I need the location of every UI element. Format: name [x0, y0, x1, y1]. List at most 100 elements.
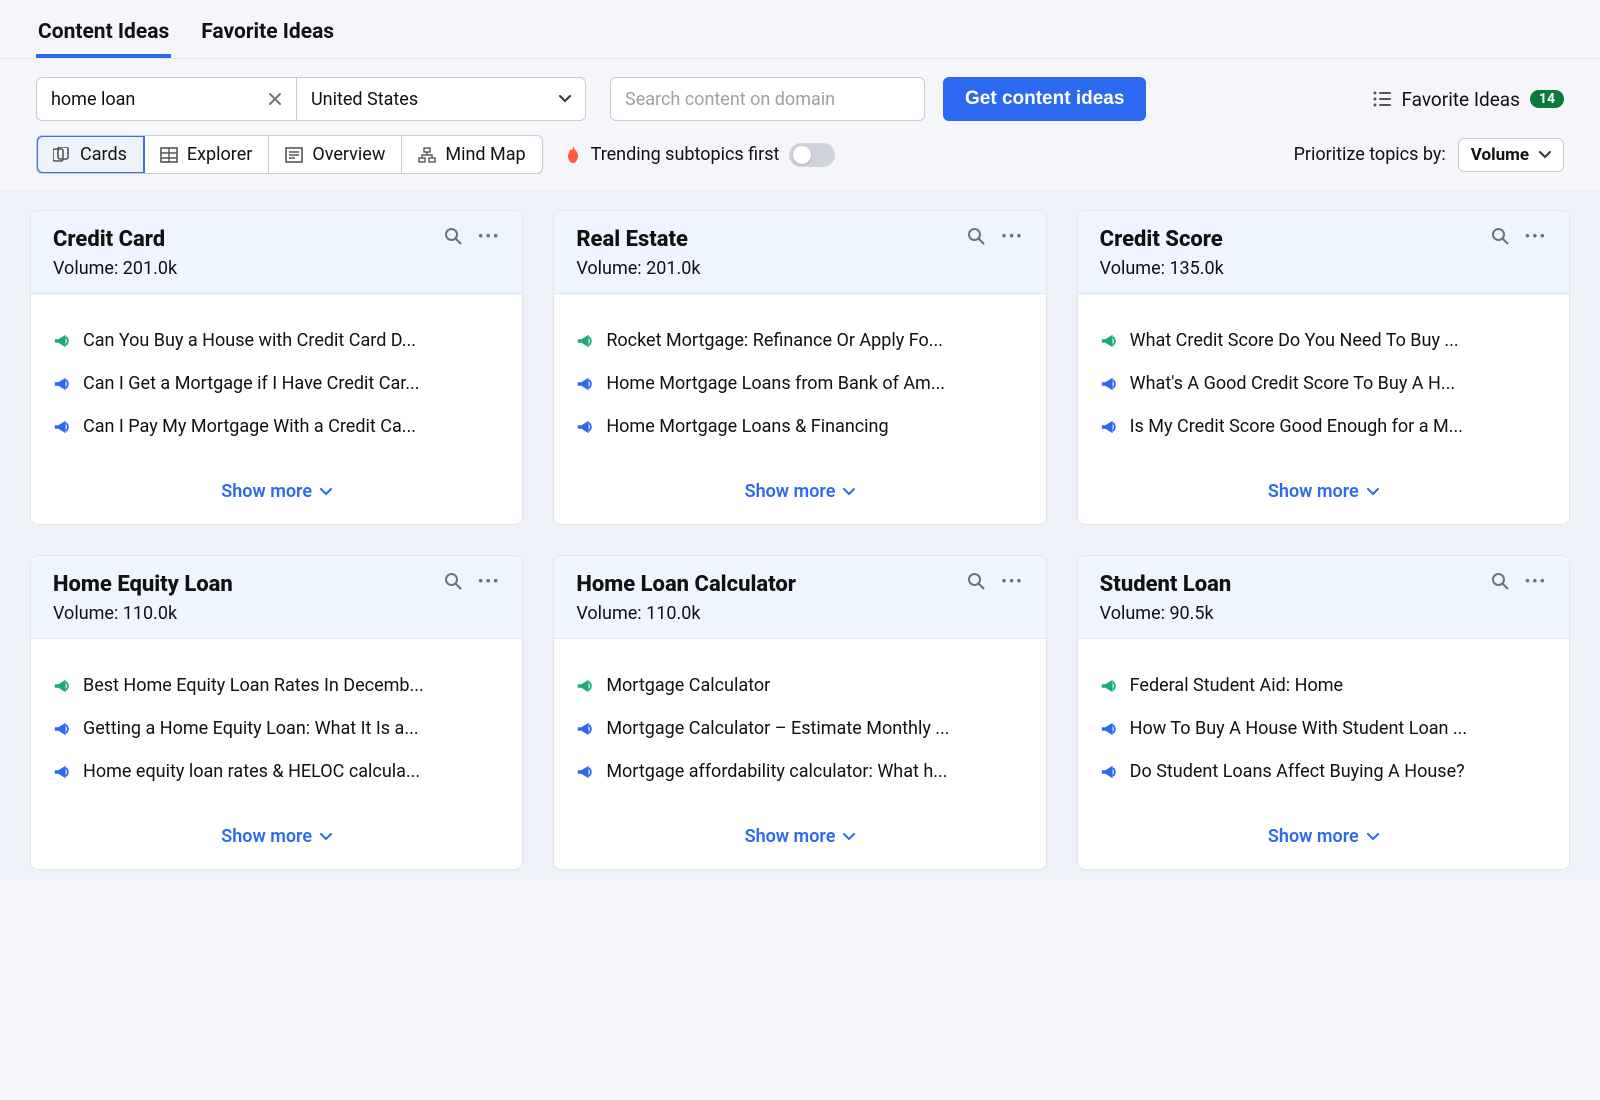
clear-keyword-icon[interactable] — [264, 92, 286, 106]
headline-text: Mortgage Calculator – Estimate Monthly .… — [606, 718, 949, 739]
topic-title: Home Loan Calculator — [576, 572, 796, 597]
topic-card-body: Federal Student Aid: Home How To Buy A Ho… — [1078, 639, 1569, 812]
headline-text: Best Home Equity Loan Rates In Decemb... — [83, 675, 424, 696]
get-content-ideas-button[interactable]: Get content ideas — [943, 77, 1146, 121]
headline-row[interactable]: Can You Buy a House with Credit Card D..… — [53, 330, 500, 351]
search-icon[interactable] — [967, 227, 985, 245]
headline-row[interactable]: Getting a Home Equity Loan: What It Is a… — [53, 718, 500, 739]
overview-icon — [285, 147, 303, 163]
view-mindmap[interactable]: Mind Map — [402, 136, 541, 173]
keyword-country-group: home loan United States — [36, 77, 586, 121]
topic-card-header: Real EstateVolume: 201.0k••• — [554, 211, 1045, 294]
megaphone-icon — [53, 375, 71, 393]
chevron-down-icon — [843, 488, 855, 496]
topic-card-header: Student LoanVolume: 90.5k••• — [1078, 556, 1569, 639]
country-select[interactable]: United States — [296, 77, 586, 121]
headline-row[interactable]: Best Home Equity Loan Rates In Decemb... — [53, 675, 500, 696]
keyword-input[interactable]: home loan — [36, 77, 296, 121]
headline-row[interactable]: Rocket Mortgage: Refinance Or Apply Fo..… — [576, 330, 1023, 351]
chevron-down-icon — [1539, 151, 1551, 159]
more-icon[interactable]: ••• — [1525, 572, 1547, 590]
headline-text: Mortgage Calculator — [606, 675, 770, 696]
prioritize-select[interactable]: Volume — [1458, 138, 1564, 172]
search-icon[interactable] — [1491, 227, 1509, 245]
megaphone-icon — [576, 332, 594, 350]
megaphone-icon — [1100, 418, 1118, 436]
topic-volume: Volume: 135.0k — [1100, 258, 1224, 279]
topic-card-body: Mortgage Calculator Mortgage Calculator –… — [554, 639, 1045, 812]
topic-cards-grid: Credit CardVolume: 201.0k•••Can You Buy … — [0, 190, 1600, 880]
headline-text: Federal Student Aid: Home — [1130, 675, 1343, 696]
view-explorer-label: Explorer — [187, 144, 253, 165]
topic-volume: Volume: 110.0k — [53, 603, 233, 624]
headline-row[interactable]: Home Mortgage Loans & Financing — [576, 416, 1023, 437]
headline-row[interactable]: What Credit Score Do You Need To Buy ... — [1100, 330, 1547, 351]
topic-card-header: Home Loan Calculator Volume: 110.0k ••• — [554, 556, 1045, 639]
headline-row[interactable]: Mortgage affordability calculator: What … — [576, 761, 1023, 782]
headline-text: Can You Buy a House with Credit Card D..… — [83, 330, 416, 351]
chevron-down-icon — [1367, 488, 1379, 496]
megaphone-icon — [1100, 677, 1118, 695]
more-icon[interactable]: ••• — [1525, 227, 1547, 245]
show-more-button[interactable]: Show more — [1078, 467, 1569, 524]
tab-favorite-ideas[interactable]: Favorite Ideas — [199, 10, 336, 58]
domain-placeholder: Search content on domain — [625, 89, 835, 110]
megaphone-icon — [576, 418, 594, 436]
show-more-button[interactable]: Show more — [554, 467, 1045, 524]
chevron-down-icon — [843, 833, 855, 841]
more-icon[interactable]: ••• — [1001, 572, 1023, 590]
domain-search-input[interactable]: Search content on domain — [610, 77, 925, 121]
search-icon[interactable] — [967, 572, 985, 590]
search-icon[interactable] — [1491, 572, 1509, 590]
topic-card: Home Equity LoanVolume: 110.0k•••Best Ho… — [30, 555, 523, 870]
topic-card-body: Can You Buy a House with Credit Card D..… — [31, 294, 522, 467]
more-icon[interactable]: ••• — [1001, 227, 1023, 245]
headline-text: Home Mortgage Loans & Financing — [606, 416, 888, 437]
topic-title: Student Loan — [1100, 572, 1232, 597]
tab-content-ideas[interactable]: Content Ideas — [36, 10, 171, 58]
view-toolbar: Cards Explorer Overview Mind Map — [0, 131, 1600, 190]
headline-text: Can I Get a Mortgage if I Have Credit Ca… — [83, 373, 420, 394]
headline-row[interactable]: Mortgage Calculator – Estimate Monthly .… — [576, 718, 1023, 739]
trending-toggle[interactable] — [789, 143, 835, 167]
headline-text: Home equity loan rates & HELOC calcula..… — [83, 761, 420, 782]
headline-row[interactable]: Federal Student Aid: Home — [1100, 675, 1547, 696]
headline-row[interactable]: Home Mortgage Loans from Bank of Am... — [576, 373, 1023, 394]
cards-icon — [53, 147, 71, 163]
headline-row[interactable]: Mortgage Calculator — [576, 675, 1023, 696]
headline-text: What Credit Score Do You Need To Buy ... — [1130, 330, 1459, 351]
show-more-button[interactable]: Show more — [554, 812, 1045, 869]
more-icon[interactable]: ••• — [478, 572, 500, 590]
more-icon[interactable]: ••• — [478, 227, 500, 245]
headline-row[interactable]: Home equity loan rates & HELOC calcula..… — [53, 761, 500, 782]
megaphone-icon — [576, 375, 594, 393]
search-icon[interactable] — [444, 227, 462, 245]
megaphone-icon — [53, 418, 71, 436]
megaphone-icon — [53, 677, 71, 695]
view-cards[interactable]: Cards — [37, 136, 144, 173]
megaphone-icon — [53, 720, 71, 738]
view-explorer[interactable]: Explorer — [144, 136, 270, 173]
keyword-value: home loan — [51, 89, 135, 110]
chevron-down-icon — [1367, 833, 1379, 841]
topic-card: Student LoanVolume: 90.5k•••Federal Stud… — [1077, 555, 1570, 870]
headline-row[interactable]: Can I Pay My Mortgage With a Credit Ca..… — [53, 416, 500, 437]
headline-row[interactable]: Do Student Loans Affect Buying A House? — [1100, 761, 1547, 782]
country-value: United States — [311, 89, 418, 110]
megaphone-icon — [53, 763, 71, 781]
headline-row[interactable]: Is My Credit Score Good Enough for a M..… — [1100, 416, 1547, 437]
show-more-button[interactable]: Show more — [31, 812, 522, 869]
headline-row[interactable]: What's A Good Credit Score To Buy A H... — [1100, 373, 1547, 394]
headline-row[interactable]: How To Buy A House With Student Loan ... — [1100, 718, 1547, 739]
headline-text: How To Buy A House With Student Loan ... — [1130, 718, 1468, 739]
topic-volume: Volume: 110.0k — [576, 603, 796, 624]
favorite-ideas-label: Favorite Ideas — [1401, 88, 1519, 111]
topic-card-header: Home Equity LoanVolume: 110.0k••• — [31, 556, 522, 639]
favorite-ideas-link[interactable]: Favorite Ideas 14 — [1373, 88, 1564, 111]
topic-card: Credit CardVolume: 201.0k•••Can You Buy … — [30, 210, 523, 525]
show-more-button[interactable]: Show more — [31, 467, 522, 524]
search-icon[interactable] — [444, 572, 462, 590]
view-overview[interactable]: Overview — [269, 136, 402, 173]
headline-row[interactable]: Can I Get a Mortgage if I Have Credit Ca… — [53, 373, 500, 394]
show-more-button[interactable]: Show more — [1078, 812, 1569, 869]
